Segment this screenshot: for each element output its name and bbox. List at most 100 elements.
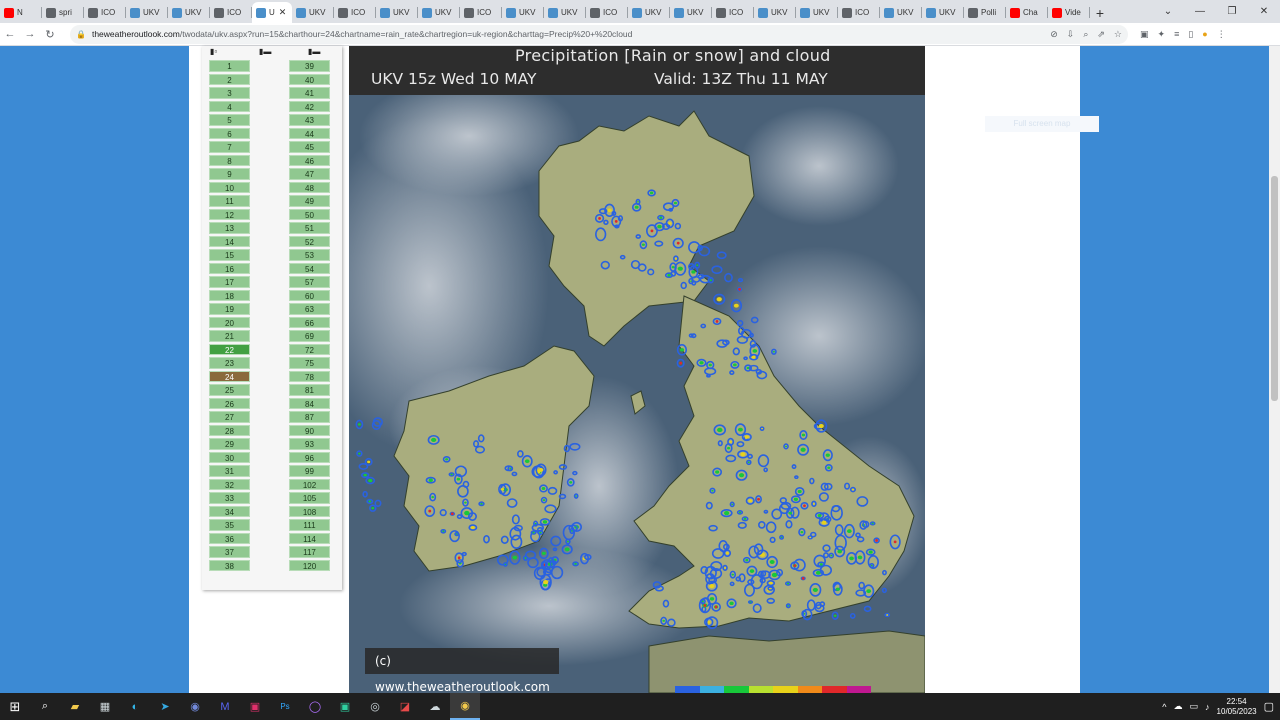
forecast-hour-button[interactable]: 52 xyxy=(289,235,330,247)
browser-tab[interactable]: UKV xyxy=(754,2,796,23)
forecast-hour-button[interactable]: 72 xyxy=(289,343,330,355)
new-tab-button[interactable]: + xyxy=(1090,2,1110,23)
browser-tab[interactable]: ICO xyxy=(838,2,880,23)
telegram-icon[interactable]: ➤ xyxy=(150,693,180,720)
forecast-hour-button[interactable]: 75 xyxy=(289,357,330,369)
forecast-hour-button[interactable]: 16 xyxy=(209,262,250,274)
browser-tab[interactable]: UKV xyxy=(292,2,334,23)
install-icon[interactable]: ⇩ xyxy=(1067,29,1075,40)
forecast-hour-button[interactable]: 3 xyxy=(209,87,250,99)
forecast-hour-button[interactable]: 46 xyxy=(289,154,330,166)
forecast-hour-button[interactable]: 29 xyxy=(209,438,250,450)
forecast-hour-button[interactable]: 31 xyxy=(209,465,250,477)
url-text[interactable]: theweatheroutlook.com/twodata/ukv.aspx?r… xyxy=(92,29,1046,39)
reading-list-icon[interactable]: ≡ xyxy=(1174,29,1179,40)
camera-app-icon[interactable]: ▣ xyxy=(330,693,360,720)
taskbar-clock[interactable]: 22:54 10/05/2023 xyxy=(1217,697,1257,717)
browser-tab[interactable]: Vide xyxy=(1048,2,1090,23)
circle-app-icon[interactable]: ◯ xyxy=(300,693,330,720)
instagram-icon[interactable]: ▣ xyxy=(240,693,270,720)
back-button[interactable]: ← xyxy=(0,28,20,40)
forecast-hour-button[interactable]: 21 xyxy=(209,330,250,342)
forecast-hour-button[interactable]: 1 xyxy=(209,60,250,72)
browser-tab[interactable]: ICO xyxy=(586,2,628,23)
forecast-hour-button[interactable]: 81 xyxy=(289,384,330,396)
weather-app-icon[interactable]: ☁ xyxy=(420,693,450,720)
forecast-hour-button[interactable]: 33 xyxy=(209,492,250,504)
forecast-hour-button[interactable]: 32 xyxy=(209,478,250,490)
paint-icon[interactable]: ◪ xyxy=(390,693,420,720)
notifications-icon[interactable]: ▢ xyxy=(1264,700,1274,713)
forecast-hour-button[interactable]: 28 xyxy=(209,424,250,436)
browser-tab[interactable]: UKV xyxy=(376,2,418,23)
forecast-hour-button[interactable]: 2 xyxy=(209,73,250,85)
address-bar[interactable]: 🔒 theweatheroutlook.com/twodata/ukv.aspx… xyxy=(70,24,1128,44)
network-icon[interactable]: ▭ xyxy=(1190,701,1199,712)
browser-tab[interactable]: UKV xyxy=(544,2,586,23)
browser-tab[interactable]: UKV xyxy=(880,2,922,23)
forecast-hour-button[interactable]: 41 xyxy=(289,87,330,99)
browser-tab[interactable]: spri xyxy=(42,2,84,23)
forecast-hour-button[interactable]: 54 xyxy=(289,262,330,274)
forecast-hour-button[interactable]: 99 xyxy=(289,465,330,477)
file-explorer-icon[interactable]: ▰ xyxy=(60,693,90,720)
forecast-hour-button[interactable]: 10 xyxy=(209,181,250,193)
forecast-hour-button[interactable]: 45 xyxy=(289,141,330,153)
close-window-button[interactable]: ✕ xyxy=(1248,6,1280,17)
browser-tab[interactable]: ICO xyxy=(84,2,126,23)
forward-button[interactable]: → xyxy=(20,28,40,40)
discord-icon[interactable]: ◉ xyxy=(180,693,210,720)
forecast-hour-button[interactable]: 9 xyxy=(209,168,250,180)
forecast-hour-button[interactable]: 4 xyxy=(209,100,250,112)
forecast-hour-button[interactable]: 15 xyxy=(209,249,250,261)
forecast-hour-button[interactable]: 22 xyxy=(209,343,250,355)
forecast-hour-button[interactable]: 26 xyxy=(209,397,250,409)
forecast-hour-button[interactable]: 5 xyxy=(209,114,250,126)
forecast-hour-button[interactable]: 40 xyxy=(289,73,330,85)
forecast-hour-button[interactable]: 49 xyxy=(289,195,330,207)
puzzle-icon[interactable]: ✦ xyxy=(1158,29,1166,40)
full-screen-button[interactable]: Full screen map xyxy=(985,116,1099,132)
reload-button[interactable]: ↻ xyxy=(40,28,60,41)
last-hour-icon[interactable]: ▮▬ xyxy=(308,47,320,57)
extension-icon[interactable]: ▣ xyxy=(1140,29,1149,40)
forecast-hour-button[interactable]: 12 xyxy=(209,208,250,220)
forecast-hour-button[interactable]: 84 xyxy=(289,397,330,409)
windows-start-icon[interactable]: ⊞ xyxy=(0,693,30,720)
browser-tab[interactable]: Polli xyxy=(964,2,1006,23)
forecast-hour-button[interactable]: 60 xyxy=(289,289,330,301)
browser-tab[interactable]: UKV xyxy=(796,2,838,23)
forecast-hour-button[interactable]: 6 xyxy=(209,127,250,139)
browser-tab[interactable]: UKV xyxy=(502,2,544,23)
browser-tab[interactable]: ICO xyxy=(334,2,376,23)
share-icon[interactable]: ⇗ xyxy=(1097,29,1105,40)
forecast-hour-button[interactable]: 17 xyxy=(209,276,250,288)
tab-search-icon[interactable]: ⌄ xyxy=(1152,6,1184,17)
forecast-hour-button[interactable]: 25 xyxy=(209,384,250,396)
onedrive-icon[interactable]: ☁ xyxy=(1174,701,1183,712)
m-app-icon[interactable]: M xyxy=(210,693,240,720)
browser-tab[interactable]: UKV xyxy=(168,2,210,23)
forecast-hour-button[interactable]: 35 xyxy=(209,519,250,531)
volume-icon[interactable]: ♪ xyxy=(1205,702,1210,712)
menu-icon[interactable]: ⋮ xyxy=(1217,29,1226,40)
scrollbar-thumb[interactable] xyxy=(1271,176,1278,401)
forecast-hour-button[interactable]: 117 xyxy=(289,546,330,558)
forecast-hour-button[interactable]: 42 xyxy=(289,100,330,112)
forecast-hour-button[interactable]: 69 xyxy=(289,330,330,342)
forecast-hour-button[interactable]: 63 xyxy=(289,303,330,315)
forecast-hour-button[interactable]: 53 xyxy=(289,249,330,261)
forecast-hour-button[interactable]: 114 xyxy=(289,532,330,544)
photos-icon[interactable]: ▦ xyxy=(90,693,120,720)
forecast-hour-button[interactable]: 90 xyxy=(289,424,330,436)
search-icon[interactable]: ⌕ xyxy=(30,693,60,720)
forecast-hour-button[interactable]: 66 xyxy=(289,316,330,328)
browser-tab[interactable]: N xyxy=(0,2,42,23)
steam-icon[interactable]: ◎ xyxy=(360,693,390,720)
forecast-hour-button[interactable]: 13 xyxy=(209,222,250,234)
forecast-hour-button[interactable]: 93 xyxy=(289,438,330,450)
forecast-hour-button[interactable]: 37 xyxy=(209,546,250,558)
side-panel-icon[interactable]: ▯ xyxy=(1188,29,1193,40)
forecast-hour-button[interactable]: 27 xyxy=(209,411,250,423)
forecast-hour-button[interactable]: 38 xyxy=(209,559,250,571)
